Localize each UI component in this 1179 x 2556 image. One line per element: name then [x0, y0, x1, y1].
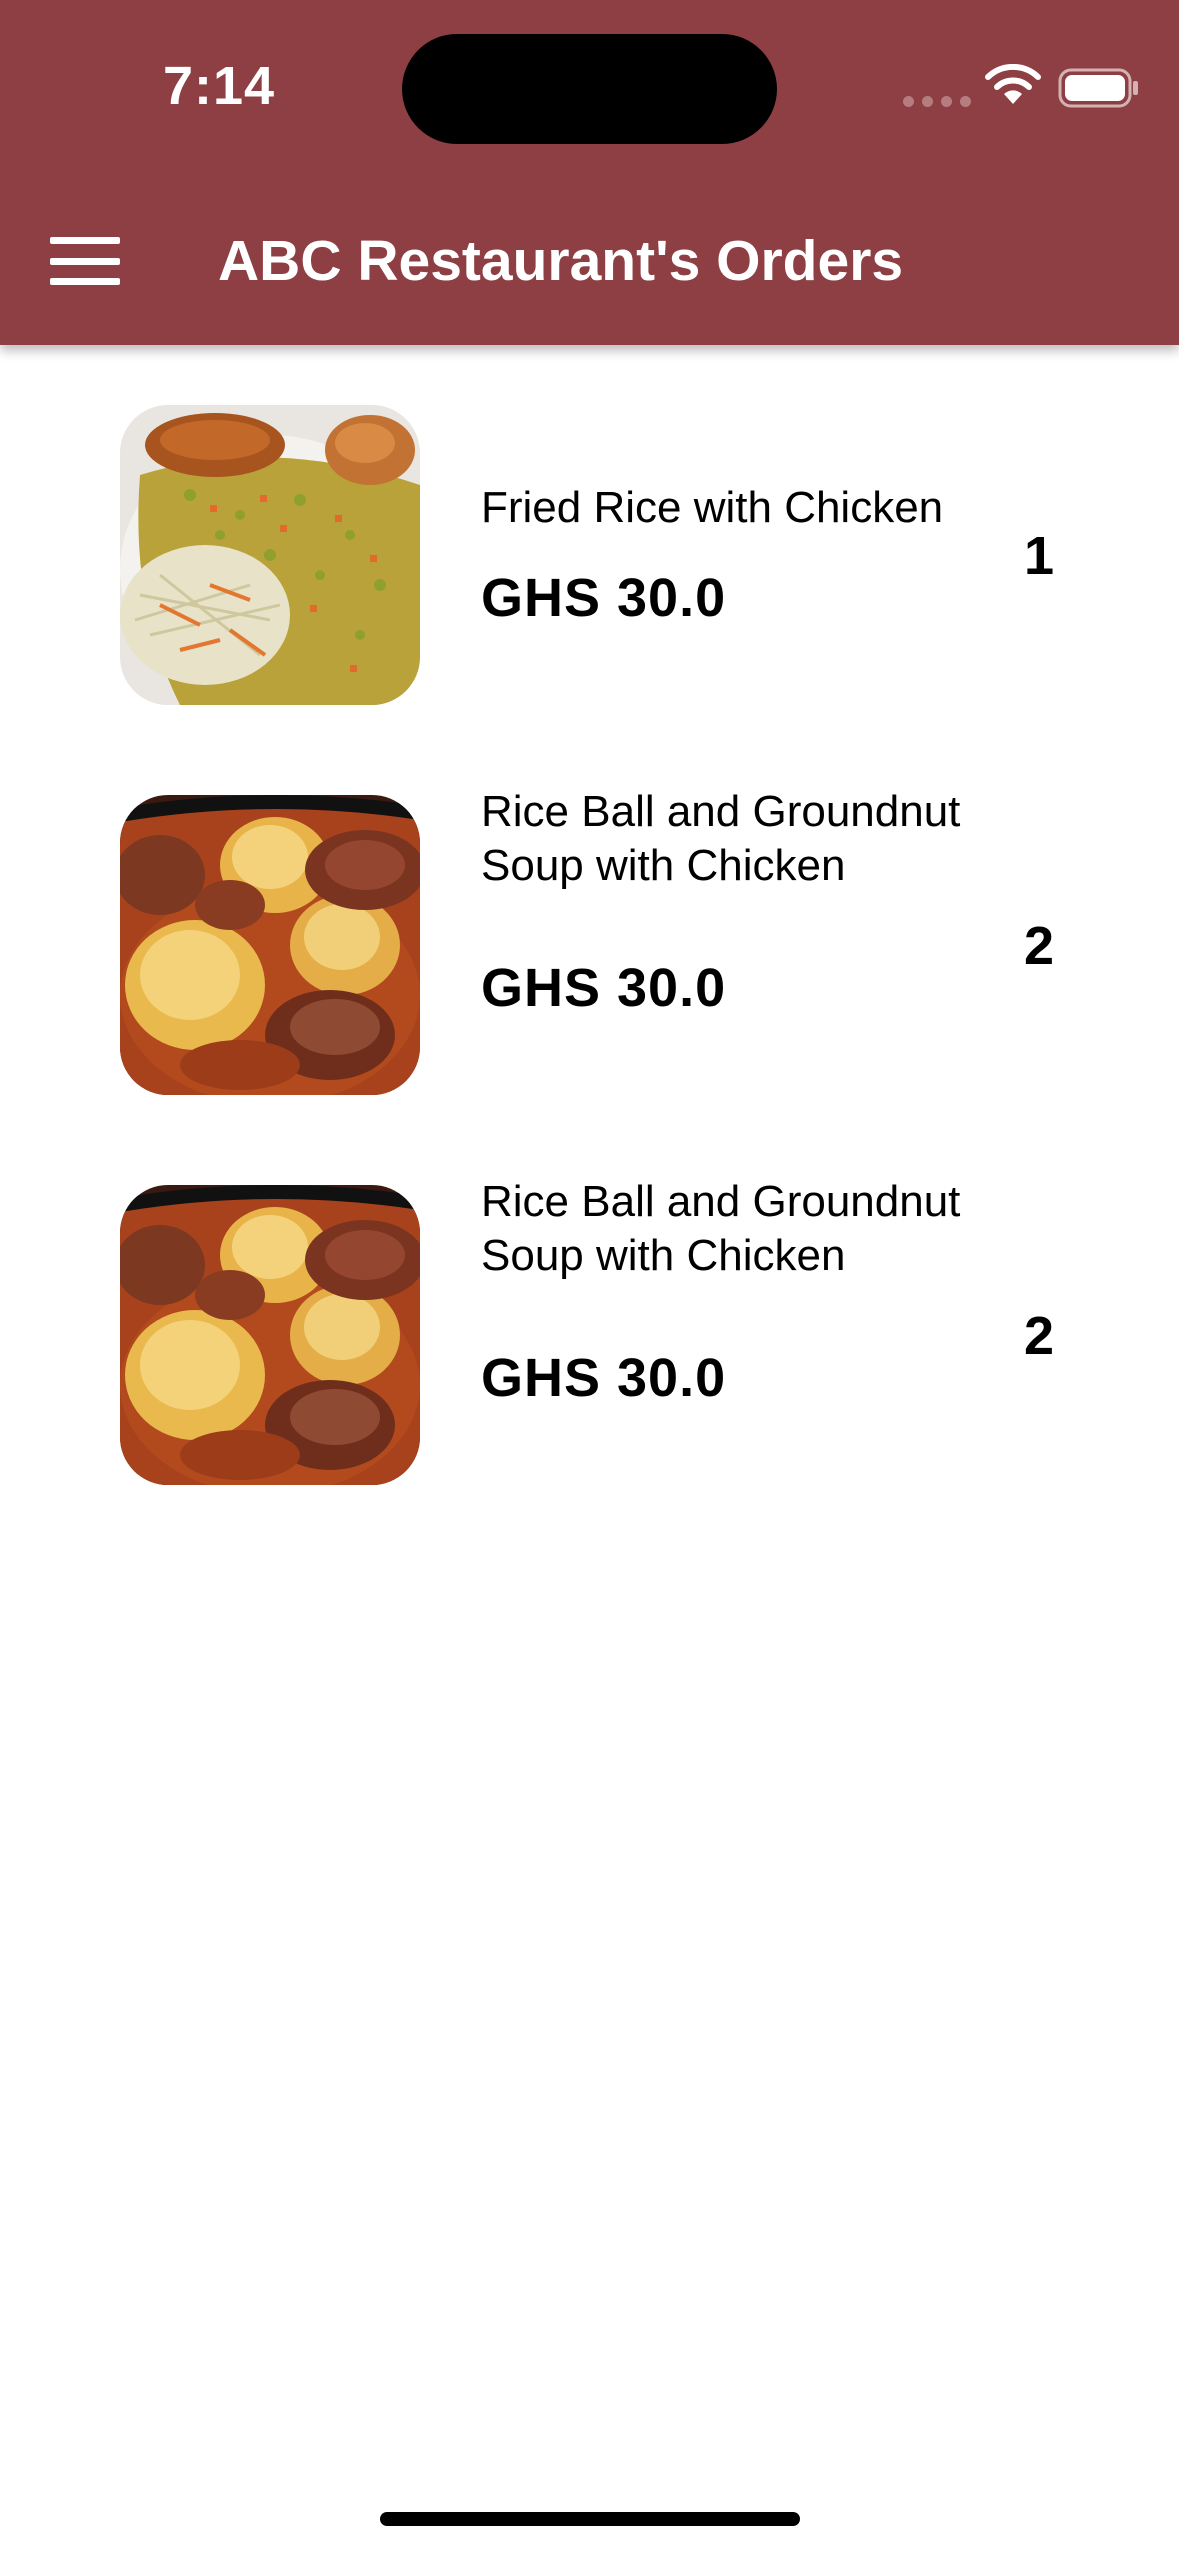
- order-item-quantity: 1: [1023, 526, 1054, 586]
- groundnut-soup-photo: [120, 795, 420, 1095]
- order-item[interactable]: Rice Ball and Groundnut Soup with Chicke…: [0, 1125, 1179, 1485]
- order-item-name: Rice Ball and Groundnut Soup with Chicke…: [481, 1177, 961, 1280]
- battery-icon: [1058, 68, 1138, 108]
- app-bar: 7:14 ABC Restaurant's Orders: [0, 0, 1179, 345]
- dynamic-island: [402, 34, 777, 144]
- wifi-icon: [985, 64, 1041, 104]
- page-title: ABC Restaurant's Orders: [218, 229, 904, 293]
- home-indicator[interactable]: [380, 2512, 800, 2526]
- status-icons: [879, 0, 1179, 180]
- order-item-name: Rice Ball and Groundnut Soup with Chicke…: [481, 787, 961, 890]
- groundnut-soup-photo: [120, 1185, 420, 1485]
- order-item[interactable]: Fried Rice with Chicken GHS 30.0 1: [0, 345, 1179, 705]
- status-time: 7:14: [163, 56, 276, 116]
- hamburger-menu-icon[interactable]: [44, 228, 126, 294]
- order-item[interactable]: Rice Ball and Groundnut Soup with Chicke…: [0, 735, 1179, 1095]
- order-item-price: GHS 30.0: [481, 568, 727, 628]
- order-item-price: GHS 30.0: [481, 1348, 727, 1408]
- order-item-name: Fried Rice with Chicken: [481, 483, 944, 532]
- cellular-signal-icon: [903, 96, 971, 107]
- fried-rice-with-chicken-photo: [120, 405, 420, 705]
- order-item-price: GHS 30.0: [481, 958, 727, 1018]
- order-item-quantity: 2: [1023, 1306, 1054, 1366]
- order-item-quantity: 2: [1023, 916, 1054, 976]
